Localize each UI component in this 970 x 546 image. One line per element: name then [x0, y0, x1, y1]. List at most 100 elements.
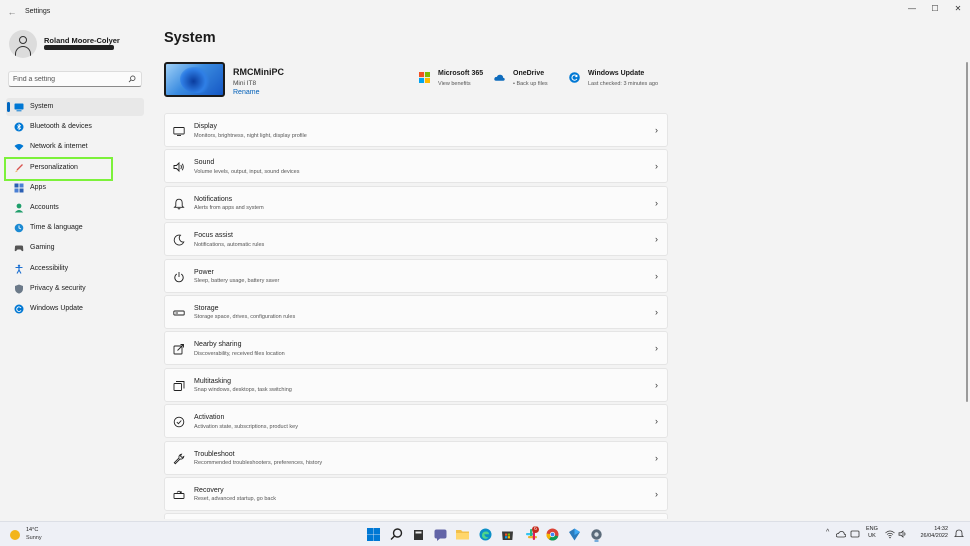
language-code: ENG: [866, 526, 878, 532]
recovery-icon: [173, 490, 185, 499]
language-indicator[interactable]: ENG UK: [866, 526, 878, 540]
settings-gear-icon[interactable]: [589, 527, 604, 542]
search-icon[interactable]: [128, 75, 136, 83]
settings-card-nearby-sharing[interactable]: Nearby sharing Discoverability, received…: [164, 331, 668, 366]
settings-card-partial: [164, 513, 668, 520]
multitasking-icon: [173, 380, 185, 391]
settings-card-storage[interactable]: Storage Storage space, drives, configura…: [164, 294, 668, 329]
notification-icon[interactable]: [954, 529, 964, 539]
sidebar-item-privacy[interactable]: Privacy & security: [6, 280, 144, 298]
teams-chat-icon[interactable]: [433, 527, 448, 542]
card-subtitle: Discoverability, received files location: [194, 350, 285, 357]
display-icon: [173, 127, 185, 136]
settings-card-multitasking[interactable]: Multitasking Snap windows, desktops, tas…: [164, 367, 668, 402]
update-icon: [14, 304, 24, 314]
sidebar-item-label: Gaming: [30, 244, 55, 252]
card-subtitle: Volume levels, output, input, sound devi…: [194, 168, 300, 175]
quick-link-subtitle: • Back up files: [513, 81, 548, 87]
settings-card-recovery[interactable]: Recovery Reset, advanced startup, go bac…: [164, 476, 668, 511]
sidebar-item-bluetooth[interactable]: Bluetooth & devices: [6, 118, 144, 136]
power-icon: [174, 271, 184, 282]
chevron-right-icon: ›: [655, 379, 658, 390]
quick-link-title: Windows Update: [588, 70, 645, 77]
settings-card-troubleshoot[interactable]: Troubleshoot Recommended troubleshooters…: [164, 440, 668, 475]
volume-icon[interactable]: [898, 529, 908, 539]
chevron-right-icon: ›: [655, 488, 658, 499]
card-title: Sound: [194, 159, 215, 167]
settings-card-focus-assist[interactable]: Focus assist Notifications, automatic ru…: [164, 222, 668, 257]
taskbar: 14°C Sunny 6 ^ ENG UK 14:32 26/04/2022: [0, 521, 970, 546]
search-input[interactable]: [13, 74, 123, 85]
sidebar-item-label: Apps: [30, 183, 46, 191]
settings-card-display[interactable]: Display Monitors, brightness, night ligh…: [164, 113, 668, 147]
chrome-icon[interactable]: [545, 527, 560, 542]
settings-card-notifications[interactable]: Notifications Alerts from apps and syste…: [164, 185, 668, 220]
card-title: Storage: [194, 304, 219, 312]
close-button[interactable]: ✕: [948, 3, 968, 15]
weather-temperature[interactable]: 14°C: [26, 527, 38, 533]
quick-link-subtitle: Last checked: 3 minutes ago: [588, 81, 659, 87]
card-title: Display: [194, 123, 217, 130]
clock[interactable]: 14:32 26/04/2022: [912, 526, 948, 540]
quick-link-subtitle: View benefits: [438, 81, 471, 87]
chevron-right-icon: ›: [655, 343, 658, 354]
wifi-icon: [14, 144, 24, 151]
sidebar-item-label: Time & language: [30, 224, 83, 232]
teams-tray-icon[interactable]: [850, 529, 860, 539]
chevron-right-icon: ›: [655, 234, 658, 245]
edge-icon[interactable]: [478, 527, 493, 542]
card-subtitle: Notifications, automatic rules: [194, 241, 265, 248]
search-icon[interactable]: [389, 527, 404, 542]
card-title: Focus assist: [194, 232, 233, 240]
keyboard-region: UK: [868, 533, 876, 539]
sidebar-item-label: Accessibility: [30, 264, 69, 272]
search-box[interactable]: [8, 71, 142, 87]
sidebar-item-accessibility[interactable]: Accessibility: [6, 260, 144, 278]
windows-update-icon: [569, 72, 580, 83]
sidebar-item-windows-update[interactable]: Windows Update: [6, 300, 144, 318]
share-icon: [173, 344, 184, 355]
tray-overflow-chevron-icon[interactable]: ^: [826, 529, 829, 536]
settings-card-sound[interactable]: Sound Volume levels, output, input, soun…: [164, 149, 668, 184]
sidebar-item-gaming[interactable]: Gaming: [6, 239, 144, 257]
chevron-right-icon: ›: [655, 452, 658, 463]
device-thumbnail: [164, 62, 225, 97]
vpn-icon[interactable]: [567, 527, 582, 542]
maximize-button[interactable]: ☐: [925, 3, 945, 15]
user-avatar-icon[interactable]: [9, 30, 37, 58]
minimize-button[interactable]: —: [902, 3, 922, 15]
sidebar-item-accounts[interactable]: Accounts: [6, 199, 144, 217]
sidebar-item-label: Accounts: [30, 203, 59, 211]
settings-card-activation[interactable]: Activation Activation state, subscriptio…: [164, 404, 668, 439]
store-icon[interactable]: [500, 527, 515, 542]
sidebar-item-time-language[interactable]: Time & language: [6, 219, 144, 237]
globe-clock-icon: [14, 223, 24, 233]
apps-icon: [14, 183, 24, 193]
storage-drive-icon: [173, 310, 185, 316]
back-arrow-icon[interactable]: ←: [6, 6, 18, 18]
file-explorer-icon[interactable]: [455, 527, 470, 542]
sidebar-item-apps[interactable]: Apps: [6, 179, 144, 197]
rename-link[interactable]: Rename: [233, 89, 259, 96]
sidebar-item-label: Personalization: [30, 163, 78, 171]
sidebar-item-personalization[interactable]: Personalization: [6, 159, 144, 177]
card-title: Notifications: [194, 195, 233, 203]
check-circle-icon: [173, 416, 185, 428]
sidebar-item-network[interactable]: Network & internet: [6, 138, 144, 156]
windows-start-icon[interactable]: [366, 527, 381, 542]
card-title: Nearby sharing: [194, 341, 242, 349]
wifi-icon[interactable]: [885, 529, 895, 539]
cloud-sync-icon[interactable]: [836, 529, 846, 539]
weather-condition[interactable]: Sunny: [26, 535, 42, 541]
person-icon: [14, 203, 24, 213]
file-icon[interactable]: [411, 527, 426, 542]
sun-icon[interactable]: [10, 530, 20, 540]
sidebar-item-system[interactable]: System: [6, 98, 144, 116]
scrollbar[interactable]: [966, 62, 968, 402]
settings-card-power[interactable]: Power Sleep, battery usage, battery save…: [164, 258, 668, 293]
card-subtitle: Storage space, drives, configuration rul…: [194, 314, 296, 321]
moon-icon: [173, 234, 185, 246]
device-name: RMCMiniPC: [233, 67, 284, 77]
sidebar-item-label: Bluetooth & devices: [30, 123, 92, 131]
chevron-right-icon: ›: [655, 306, 658, 317]
